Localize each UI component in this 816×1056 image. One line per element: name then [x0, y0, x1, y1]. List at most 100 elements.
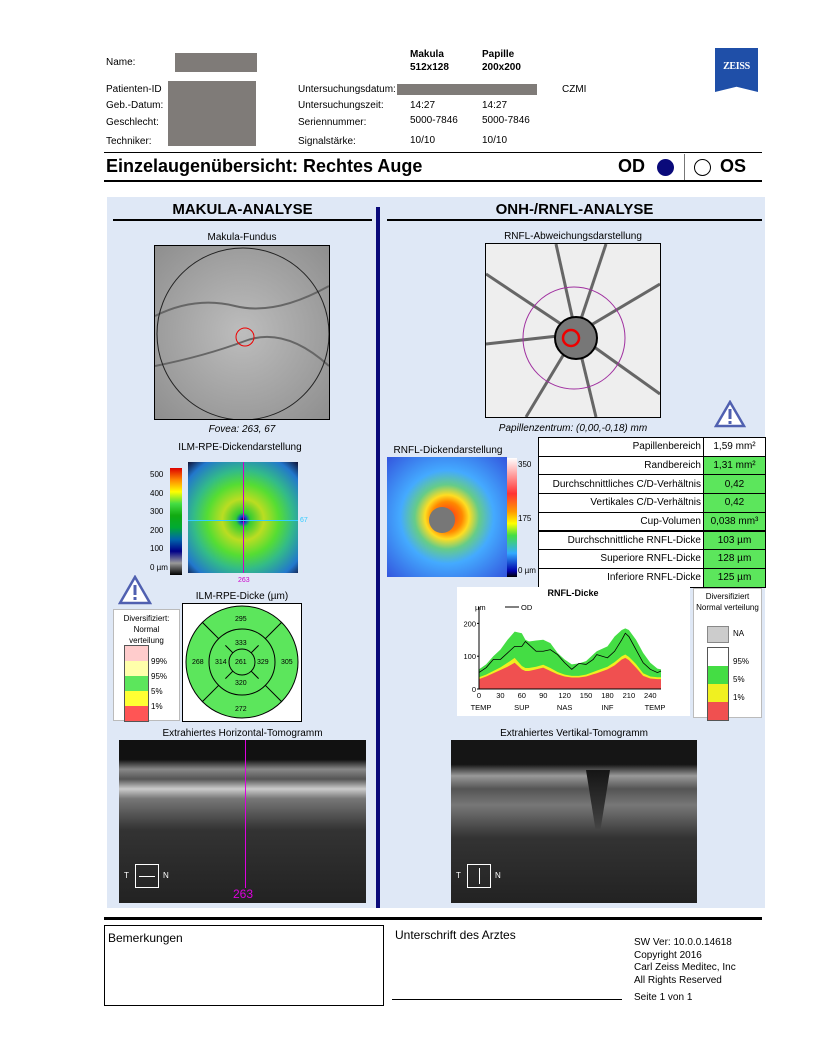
- divider: [104, 917, 762, 920]
- divider: [104, 180, 762, 182]
- makula-title: Makula: [410, 49, 444, 60]
- table-row: Papillenbereich 1,59 mm²: [538, 437, 766, 457]
- grid-inner-nasal: 329: [257, 659, 269, 666]
- grid-outer-superior: 295: [235, 616, 247, 623]
- colorbar-tick: 0 µm: [150, 562, 168, 572]
- x-tick-label: 60: [518, 691, 526, 700]
- grid-outer-inferior: 272: [235, 706, 247, 713]
- grid-inner-superior: 333: [235, 640, 247, 647]
- colorbar-tick: 200: [150, 525, 164, 535]
- tomogram-n-label: N: [495, 871, 501, 880]
- tomogram-position: 263: [233, 887, 254, 901]
- colorbar-tick: 500: [150, 470, 164, 479]
- remarks-box[interactable]: Bemerkungen: [104, 925, 384, 1006]
- onh-metrics-table: Papillenbereich 1,59 mm² Randbereich 1,31 m…: [538, 437, 766, 588]
- metric-value: 1,59 mm²: [703, 437, 766, 457]
- page-number: Seite 1 von 1: [634, 992, 693, 1003]
- x-tick-label: 120: [558, 691, 571, 700]
- makula-serial: 5000-7846: [410, 115, 458, 126]
- grid-center: 261: [235, 659, 247, 666]
- papille-signal: 10/10: [482, 135, 508, 146]
- y-tick-label: 100: [463, 652, 476, 661]
- fundus-title: Makula-Fundus: [207, 232, 277, 243]
- colorbar-tick: 100: [150, 544, 164, 553]
- tomogram-t-label: T: [456, 871, 461, 880]
- rnfl-normative-legend: Diversifiziert Normal verteilung NA 95% …: [693, 588, 762, 721]
- os-radio[interactable]: [694, 159, 711, 176]
- signature-line: [392, 999, 622, 1000]
- x-tick-label: 30: [496, 691, 504, 700]
- od-radio-selected[interactable]: [657, 159, 674, 176]
- metric-value: 103 µm: [703, 529, 766, 551]
- zeiss-logo: ZEISS: [715, 48, 758, 92]
- thickness-map-title: ILM-RPE-Dickendarstellung: [178, 442, 302, 453]
- redacted-name: [175, 53, 257, 72]
- horizontal-tomogram-image: T N 263: [119, 740, 366, 903]
- table-row: Durchschnittliches C/D-Verhältnis 0,42: [538, 474, 766, 495]
- papille-scan: 200x200: [482, 62, 521, 73]
- thickness-colorbar: [170, 468, 182, 575]
- deviation-map-title: RNFL-Abweichungsdarstellung: [504, 231, 642, 242]
- x-tick-label: 210: [623, 691, 636, 700]
- table-row: Durchschnittliche RNFL-Dicke 103 µm: [538, 529, 766, 551]
- serial-label: Seriennummer:: [298, 117, 367, 128]
- y-tick-label: 200: [463, 619, 476, 628]
- table-row: Cup-Volumen 0,038 mm³: [538, 511, 766, 532]
- colorbar-tick: 0 µm: [518, 566, 536, 575]
- metric-label: Vertikales C/D-Verhältnis: [538, 493, 704, 513]
- cursor-y-value: 67: [300, 517, 308, 524]
- table-row: Randbereich 1,31 mm²: [538, 455, 766, 476]
- tomogram-n-label: N: [163, 871, 169, 880]
- legend-od: OD: [521, 603, 533, 612]
- legend-level: 95%: [151, 672, 168, 681]
- divider: [104, 152, 762, 153]
- section-divider: [376, 207, 380, 908]
- metric-label: Inferiore RNFL-Dicke: [538, 567, 704, 588]
- page-title: Einzelaugenübersicht: Rechtes Auge: [106, 156, 423, 176]
- copyright: Copyright 2016: [634, 949, 702, 961]
- legend-level: 1%: [733, 693, 745, 702]
- x-tick-label: 150: [580, 691, 593, 700]
- y-tick-label: 0: [472, 685, 476, 694]
- legend-level: 5%: [151, 687, 163, 696]
- divider: [684, 154, 685, 180]
- vertical-tomogram-title: Extrahiertes Vertikal-Tomogramm: [500, 728, 648, 739]
- metric-value: 0,038 mm³: [703, 511, 766, 532]
- ilm-rpe-thickness-map: [188, 462, 298, 573]
- company: Carl Zeiss Meditec, Inc: [634, 962, 736, 973]
- metric-value: 128 µm: [703, 549, 766, 569]
- patient-id-label: Patienten-ID: [106, 84, 162, 95]
- normative-legend: Diversifiziert: Normal verteilung 99% 95…: [113, 609, 180, 722]
- redacted-exam-date: [397, 84, 537, 95]
- rnfl-thickness-map: [387, 457, 507, 577]
- table-row: Vertikales C/D-Verhältnis 0,42: [538, 493, 766, 513]
- tomogram-t-label: T: [124, 871, 129, 880]
- od-label: OD: [618, 156, 645, 176]
- legend-level: 1%: [151, 702, 163, 711]
- onh-heading: ONH-/RNFL-ANALYSE: [495, 201, 654, 218]
- grid-inner-inferior: 320: [235, 680, 247, 687]
- grid-outer-temporal: 268: [192, 659, 204, 666]
- x-tick-label: 90: [539, 691, 547, 700]
- legend-title: Diversifiziert: Normal verteilung: [123, 614, 170, 645]
- metric-label: Cup-Volumen: [538, 511, 704, 532]
- technician-label: Techniker:: [106, 136, 152, 147]
- x-tick-label: 240: [644, 691, 657, 700]
- metric-value: 0,42: [703, 493, 766, 513]
- legend-level: NA: [733, 629, 745, 638]
- table-row: Inferiore RNFL-Dicke 125 µm: [538, 567, 766, 588]
- sector-label: NAS: [557, 703, 572, 712]
- legend-level: 95%: [733, 657, 750, 666]
- colorbar-tick: 175: [518, 514, 532, 523]
- metric-label: Durchschnittliches C/D-Verhältnis: [538, 474, 704, 495]
- grid-outer-nasal: 305: [281, 659, 293, 666]
- x-tick-label: 180: [601, 691, 614, 700]
- legend-level: 99%: [151, 657, 168, 666]
- metric-label: Papillenbereich: [538, 437, 704, 457]
- chart-title: RNFL-Dicke: [547, 588, 598, 598]
- colorbar-tick: 400: [150, 488, 164, 498]
- colorbar-tick: 350: [518, 460, 532, 469]
- etdrs-grid: 295 333 261 314 329 268 305 320 272: [182, 603, 302, 722]
- colorbar-tick: 300: [150, 507, 164, 516]
- metric-label: Durchschnittliche RNFL-Dicke: [538, 529, 704, 551]
